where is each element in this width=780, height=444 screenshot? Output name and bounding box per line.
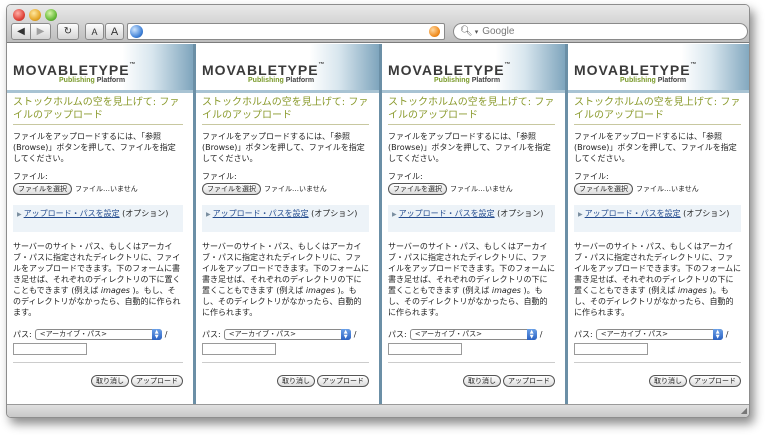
mt-header: MOVABLETYPE™ Publishing Platform: [7, 44, 193, 96]
cancel-button[interactable]: 取り消し: [463, 375, 501, 387]
upload-path-description: サーバーのサイト・パス、もしくはアーカイブ・パスに指定されたディレクトリに、ファ…: [13, 242, 181, 317]
page-title: ストックホルムの空を見上げて: ファイルのアップロード: [202, 96, 369, 125]
path-select[interactable]: <アーカイブ・パス> ▲ ▼: [409, 329, 537, 340]
cancel-button[interactable]: 取り消し: [91, 375, 129, 387]
upload-path-option: ▶ アップロード・パスを設定 (オプション): [202, 205, 369, 232]
search-magnifier-icon: 🔍︎: [460, 26, 473, 37]
address-bar[interactable]: [127, 23, 445, 40]
upload-intro: ファイルをアップロードするには、「参照(Browse)」ボタンを押して、ファイル…: [388, 132, 551, 163]
select-arrows-icon: ▲ ▼: [712, 329, 723, 340]
publishing-platform-label: Publishing Platform: [59, 77, 126, 84]
page-title: ストックホルムの空を見上げて: ファイルのアップロード: [388, 96, 555, 125]
path-label: パス:: [13, 330, 32, 339]
select-arrows-icon: ▲ ▼: [151, 329, 162, 340]
search-dropdown-icon[interactable]: ▾: [475, 28, 479, 36]
no-file-selected: ファイル…いません: [450, 185, 513, 193]
path-select[interactable]: <アーカイブ・パス> ▲ ▼: [595, 329, 723, 340]
cancel-button[interactable]: 取り消し: [277, 375, 315, 387]
movabletype-logo: MOVABLETYPE™: [388, 62, 511, 78]
upload-path-description: サーバーのサイト・パス、もしくはアーカイブ・パスに指定されたディレクトリに、ファ…: [388, 242, 555, 317]
reload-icon: ↻: [63, 26, 73, 37]
cancel-button[interactable]: 取り消し: [649, 375, 687, 387]
upload-button[interactable]: アップロード: [689, 375, 741, 387]
zoom-window-icon[interactable]: [45, 9, 57, 21]
file-label: ファイル:: [388, 172, 423, 181]
movabletype-logo: MOVABLETYPE™: [574, 62, 697, 78]
upload-button[interactable]: アップロード: [317, 375, 369, 387]
minimize-window-icon[interactable]: [29, 9, 41, 21]
path-label: パス:: [574, 330, 593, 339]
page-title: ストックホルムの空を見上げて: ファイルのアップロード: [13, 96, 183, 125]
upload-button[interactable]: アップロード: [503, 375, 555, 387]
reload-button[interactable]: ↻: [57, 23, 79, 40]
subdirectory-input[interactable]: [13, 343, 87, 355]
upload-button[interactable]: アップロード: [131, 375, 183, 387]
file-label: ファイル:: [574, 172, 609, 181]
no-file-selected: ファイル…いません: [636, 185, 699, 193]
disclosure-triangle-icon[interactable]: ▶: [17, 211, 22, 218]
search-placeholder: Google: [482, 26, 515, 37]
upload-panel-1: MOVABLETYPE™ Publishing Platform ストックホルム…: [7, 44, 193, 406]
select-arrows-icon: ▲ ▼: [340, 329, 351, 340]
page-content: MOVABLETYPE™ Publishing Platform ストックホルム…: [7, 44, 749, 406]
choose-file-button[interactable]: ファイルを選択: [13, 183, 72, 195]
movabletype-logo: MOVABLETYPE™: [13, 62, 136, 78]
no-file-selected: ファイル…いません: [75, 185, 138, 193]
rss-feed-icon[interactable]: [429, 26, 440, 37]
select-arrows-icon: ▲ ▼: [526, 329, 537, 340]
resize-grip-icon[interactable]: ◢: [741, 406, 747, 416]
upload-intro: ファイルをアップロードするには、「参照(Browse)」ボタンを押して、ファイル…: [202, 132, 365, 163]
upload-path-option: ▶ アップロード・パスを設定 (オプション): [13, 205, 183, 232]
set-upload-path-link[interactable]: アップロード・パスを設定: [585, 209, 681, 218]
upload-path-option: ▶ アップロード・パスを設定 (オプション): [388, 205, 555, 232]
publishing-platform-label: Publishing Platform: [434, 77, 501, 84]
path-select[interactable]: <アーカイブ・パス> ▲ ▼: [223, 329, 351, 340]
file-label: ファイル:: [13, 172, 48, 181]
mt-header: MOVABLETYPE™ Publishing Platform: [382, 44, 565, 96]
forward-button[interactable]: ▶: [31, 23, 51, 40]
publishing-platform-label: Publishing Platform: [620, 77, 687, 84]
upload-panel-2: MOVABLETYPE™ Publishing Platform ストックホルム…: [196, 44, 379, 406]
set-upload-path-link[interactable]: アップロード・パスを設定: [24, 209, 120, 218]
path-label: パス:: [202, 330, 221, 339]
back-arrow-icon: ◀: [17, 26, 25, 37]
upload-path-option: ▶ アップロード・パスを設定 (オプション): [574, 205, 741, 232]
site-globe-icon: [130, 25, 143, 38]
no-file-selected: ファイル…いません: [264, 185, 327, 193]
upload-path-description: サーバーのサイト・パス、もしくはアーカイブ・パスに指定されたディレクトリに、ファ…: [202, 242, 369, 317]
close-window-icon[interactable]: [13, 9, 25, 21]
browser-window: ◀ ▶ ↻ A A 🔍︎ ▾ Google MOVABLETYPE™ Publi…: [6, 4, 750, 418]
subdirectory-input[interactable]: [574, 343, 648, 355]
upload-intro: ファイルをアップロードするには、「参照(Browse)」ボタンを押して、ファイル…: [13, 132, 176, 163]
upload-path-description: サーバーのサイト・パス、もしくはアーカイブ・パスに指定されたディレクトリに、ファ…: [574, 242, 741, 317]
text-smaller-button[interactable]: A: [85, 23, 104, 40]
back-button[interactable]: ◀: [11, 23, 31, 40]
choose-file-button[interactable]: ファイルを選択: [388, 183, 447, 195]
status-bar: ◢: [7, 404, 749, 417]
disclosure-triangle-icon[interactable]: ▶: [206, 211, 211, 218]
path-select[interactable]: <アーカイブ・パス> ▲ ▼: [34, 329, 162, 340]
subdirectory-input[interactable]: [388, 343, 462, 355]
mt-header: MOVABLETYPE™ Publishing Platform: [568, 44, 749, 96]
search-field[interactable]: 🔍︎ ▾ Google: [453, 23, 748, 40]
publishing-platform-label: Publishing Platform: [248, 77, 315, 84]
upload-intro: ファイルをアップロードするには、「参照(Browse)」ボタンを押して、ファイル…: [574, 132, 737, 163]
upload-panel-3: MOVABLETYPE™ Publishing Platform ストックホルム…: [382, 44, 565, 406]
mt-header: MOVABLETYPE™ Publishing Platform: [196, 44, 379, 96]
subdirectory-input[interactable]: [202, 343, 276, 355]
set-upload-path-link[interactable]: アップロード・パスを設定: [213, 209, 309, 218]
text-larger-button[interactable]: A: [105, 23, 124, 40]
browser-toolbar: ◀ ▶ ↻ A A 🔍︎ ▾ Google: [7, 5, 749, 43]
disclosure-triangle-icon[interactable]: ▶: [392, 211, 397, 218]
page-title: ストックホルムの空を見上げて: ファイルのアップロード: [574, 96, 741, 125]
disclosure-triangle-icon[interactable]: ▶: [578, 211, 583, 218]
upload-panel-4: MOVABLETYPE™ Publishing Platform ストックホルム…: [568, 44, 749, 406]
path-label: パス:: [388, 330, 407, 339]
choose-file-button[interactable]: ファイルを選択: [574, 183, 633, 195]
forward-arrow-icon: ▶: [36, 26, 45, 37]
movabletype-logo: MOVABLETYPE™: [202, 62, 325, 78]
choose-file-button[interactable]: ファイルを選択: [202, 183, 261, 195]
file-label: ファイル:: [202, 172, 237, 181]
set-upload-path-link[interactable]: アップロード・パスを設定: [399, 209, 495, 218]
